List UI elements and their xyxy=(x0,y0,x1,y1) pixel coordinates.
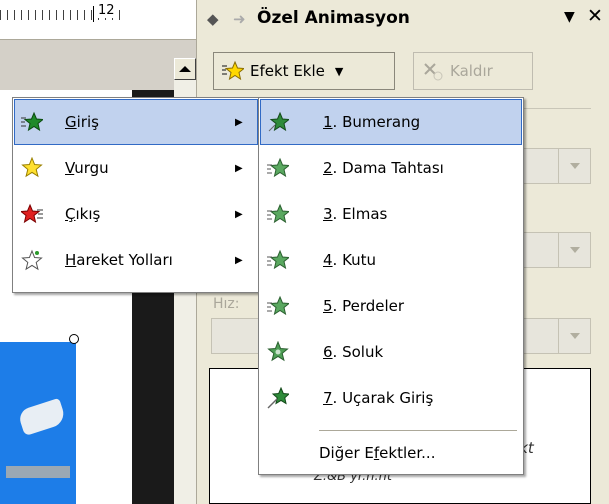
menu-item-label: Giriş xyxy=(65,113,99,131)
ruler-number: 12 xyxy=(96,3,117,18)
effect-item-checkerboard[interactable]: 2. Dama Tahtası xyxy=(261,146,521,190)
effect-item-fade[interactable]: 6. Soluk xyxy=(261,330,521,374)
combo-dropdown-button[interactable] xyxy=(558,233,590,267)
slide-picture[interactable] xyxy=(0,342,76,504)
chevron-down-icon: ▼ xyxy=(334,64,344,78)
effect-star-icon xyxy=(267,157,289,179)
more-effects-item[interactable]: Diğer Ef ektler... xyxy=(319,438,435,468)
exit-star-icon xyxy=(21,203,43,225)
emphasis-star-icon xyxy=(21,157,43,179)
motion-path-star-icon xyxy=(21,249,43,271)
remove-label: Kaldır xyxy=(450,62,493,80)
effect-label: 7. Uçarak Giriş xyxy=(323,389,434,407)
combo-dropdown-button[interactable] xyxy=(558,149,590,183)
submenu-arrow-icon: ▶ xyxy=(235,116,243,128)
back-arrow-icon[interactable]: ◆ xyxy=(207,10,219,28)
close-icon[interactable]: ✕ xyxy=(587,5,603,27)
effect-item-blinds[interactable]: 5. Perdeler xyxy=(261,284,521,328)
menu-item-emphasis[interactable]: Vurgu ▶ xyxy=(15,146,257,190)
menu-divider xyxy=(319,430,517,431)
combo-dropdown-button[interactable] xyxy=(558,319,590,353)
add-effect-menu: Giriş ▶ Vurgu ▶ Çıkış ▶ Hareket Yolları … xyxy=(12,97,260,293)
effect-star-icon xyxy=(267,203,289,225)
rotate-handle[interactable] xyxy=(69,334,79,344)
menu-item-entrance[interactable]: Giriş ▶ xyxy=(14,99,258,145)
ruler-marker xyxy=(93,6,94,22)
add-effect-star-icon xyxy=(222,60,244,81)
effect-star-icon xyxy=(267,249,289,271)
effect-star-icon xyxy=(267,295,289,317)
submenu-arrow-icon: ▶ xyxy=(235,254,243,266)
effect-item-fly-in[interactable]: 7. Uçarak Giriş xyxy=(261,376,521,420)
effect-label: 1. Bumerang xyxy=(323,113,421,131)
effect-star-icon xyxy=(267,341,289,363)
more-effects-label-a: Diğer E xyxy=(319,444,374,462)
menu-item-label: Çıkış xyxy=(65,205,101,223)
entrance-submenu: 1. Bumerang 2. Dama Tahtası 3. Elmas 4. … xyxy=(258,97,524,475)
add-effect-button[interactable]: Efekt Ekle ▼ xyxy=(213,52,395,90)
submenu-arrow-icon: ▶ xyxy=(235,208,243,220)
effect-item-box[interactable]: 4. Kutu xyxy=(261,238,521,282)
menu-item-motion-paths[interactable]: Hareket Yolları ▶ xyxy=(15,238,257,282)
effect-star-icon xyxy=(267,111,289,133)
scroll-up-button[interactable] xyxy=(174,58,196,80)
add-effect-label: Efekt Ekle xyxy=(250,62,325,80)
picture-bar xyxy=(6,466,70,478)
pane-title: Özel Animasyon xyxy=(257,8,410,28)
pane-menu-dropdown-icon[interactable]: ▼ xyxy=(564,9,575,25)
effect-label: 5. Perdeler xyxy=(323,297,405,315)
remove-button: Kaldır xyxy=(413,52,533,90)
effect-label: 6. Soluk xyxy=(323,343,384,361)
effect-label: 2. Dama Tahtası xyxy=(323,159,444,177)
menu-item-label: Vurgu xyxy=(65,159,109,177)
speed-label: Hız: xyxy=(213,296,240,312)
horizontal-ruler: 12 xyxy=(0,0,196,40)
pane-header: ◆ ➜ Özel Animasyon ▼ ✕ xyxy=(197,0,609,40)
effect-item-diamond[interactable]: 3. Elmas xyxy=(261,192,521,236)
menu-item-label: Hareket Yolları xyxy=(65,251,173,269)
forward-arrow-icon[interactable]: ➜ xyxy=(233,10,246,28)
slide-pane-background xyxy=(0,40,196,90)
effect-label: 4. Kutu xyxy=(323,251,377,269)
remove-icon xyxy=(424,63,443,81)
submenu-arrow-icon: ▶ xyxy=(235,162,243,174)
effect-item-boomerang[interactable]: 1. Bumerang xyxy=(260,99,522,145)
picture-shape xyxy=(17,397,67,437)
more-effects-label-b: ektler... xyxy=(379,444,436,462)
effect-label: 3. Elmas xyxy=(323,205,388,223)
effect-star-icon xyxy=(267,387,289,409)
menu-item-exit[interactable]: Çıkış ▶ xyxy=(15,192,257,236)
entrance-star-icon xyxy=(21,111,43,133)
